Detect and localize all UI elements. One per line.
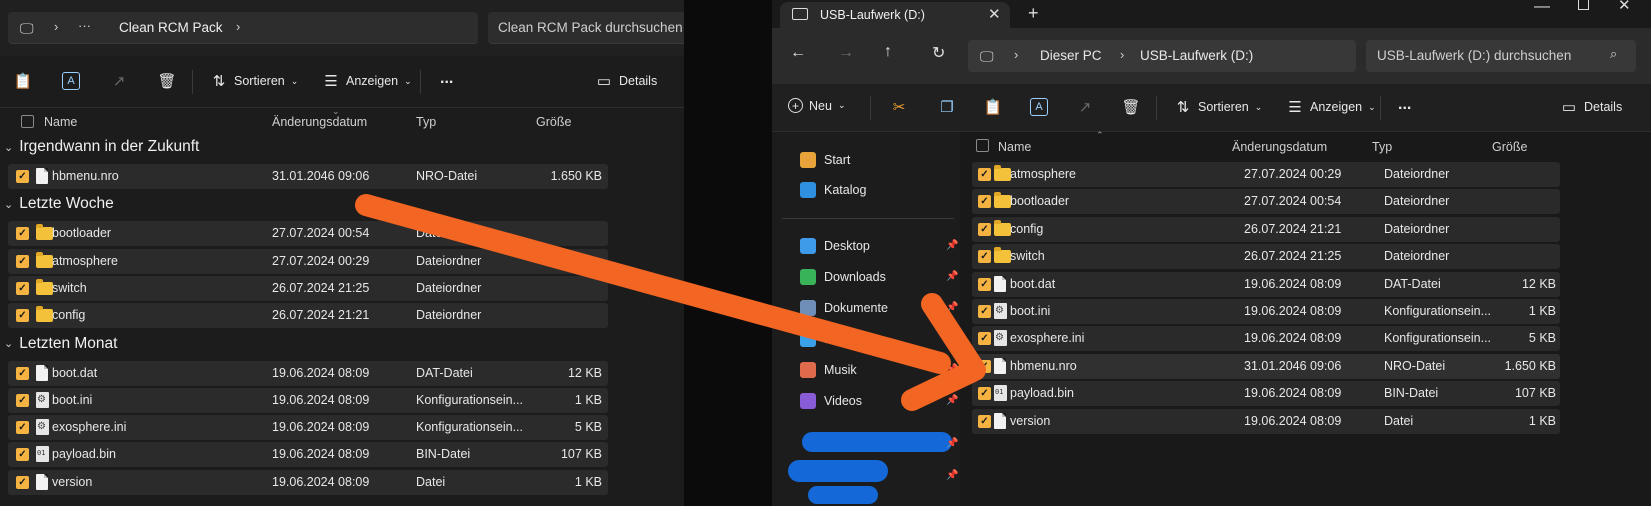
annotation-arrow — [355, 194, 986, 411]
arrow-shaft — [355, 194, 951, 374]
